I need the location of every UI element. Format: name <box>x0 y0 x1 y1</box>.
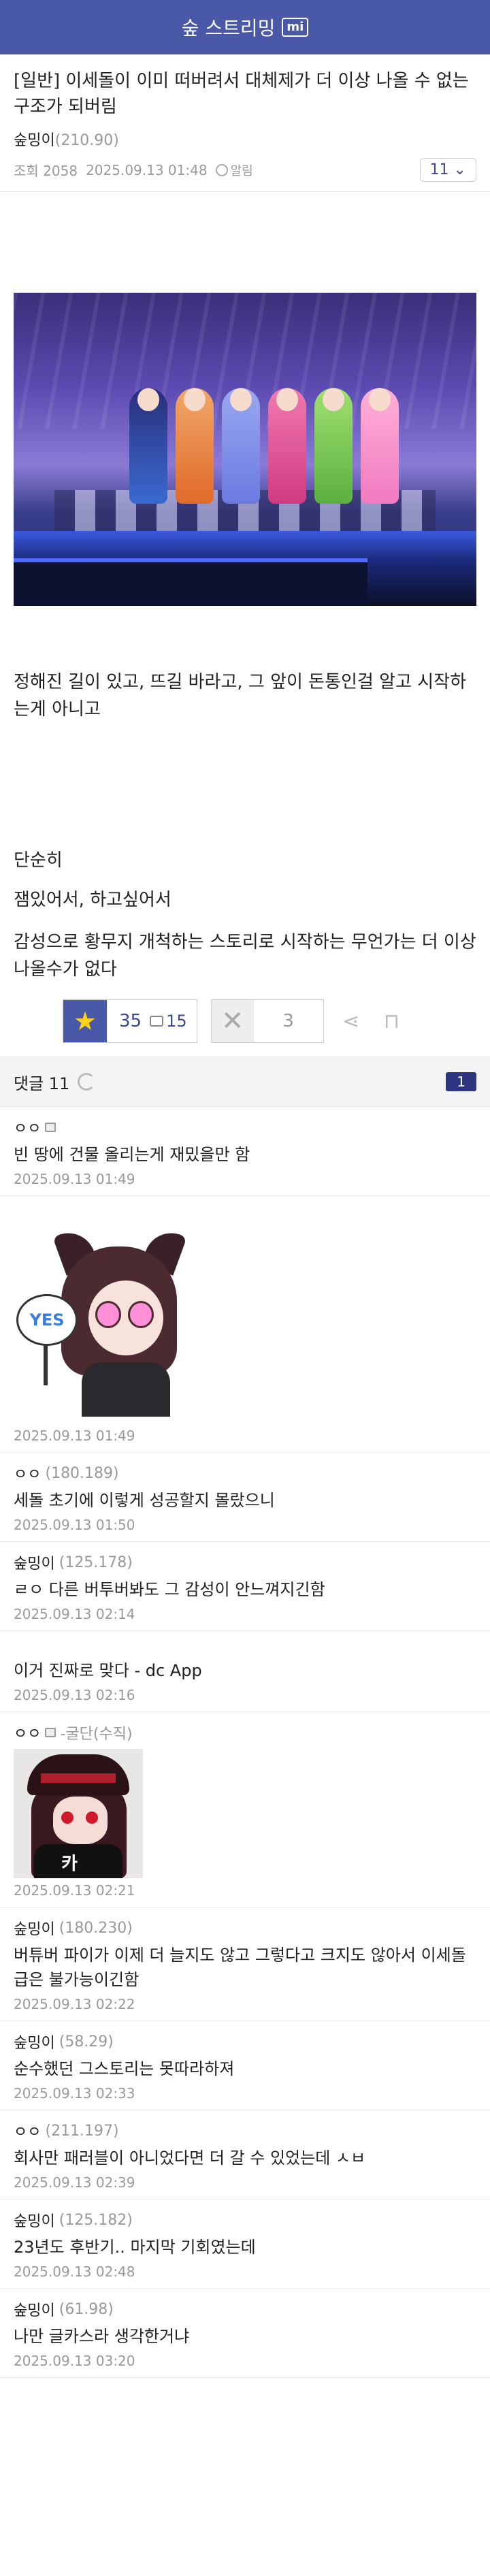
comment-nick[interactable]: 숲밍이 <box>14 1917 55 1939</box>
comment-nick[interactable]: ㅇㅇ <box>14 2120 41 2142</box>
post-title: [일반] 이세돌이 이미 떠버려서 대체제가 더 이상 나올 수 없는 구조가 … <box>14 71 469 117</box>
fixed-user-icon <box>150 1016 164 1027</box>
comment-item: 숲밍이 (125.178) ㄹㅇ 다른 버투버봐도 그 감성이 안느껴지긴함 20… <box>0 1542 490 1631</box>
post-header: [일반] 이세돌이 이미 떠버려서 대체제가 더 이상 나올 수 없는 구조가 … <box>0 54 490 192</box>
comment-nick[interactable]: 숲밍이 <box>14 2298 55 2320</box>
star-icon: ★ <box>63 1000 107 1042</box>
comment-item: 숲밍이 (180.230) 버튜버 파이가 이제 더 늘지도 않고 그렇다고 크지… <box>0 1907 490 2021</box>
comment-time: 2025.09.13 02:14 <box>14 1606 135 1622</box>
comment-nick[interactable]: 숲밍이 <box>14 1551 55 1573</box>
comment-ip: (211.197) <box>45 2122 119 2140</box>
view-count: 조회 2058 <box>14 163 78 179</box>
post-paragraph: 감성으로 황무지 개척하는 스토리로 시작하는 무언가는 더 이상 나올수가 없… <box>14 932 476 980</box>
comment-item: ㅇㅇ -굴단(수직) 카 2025.09.13 02:21 <box>0 1712 490 1907</box>
fixed-recommend: 15 <box>150 1012 197 1031</box>
comment-text: ㄹㅇ 다른 버투버봐도 그 감성이 안느껴지긴함 <box>14 1580 325 1599</box>
post-author: 숲밍이(210.90) <box>14 128 476 150</box>
comment-time: 2025.09.13 02:22 <box>14 1996 135 2012</box>
author-ip: (210.90) <box>54 132 119 149</box>
fixed-recommend-count: 15 <box>166 1012 187 1031</box>
comment-count-value: 11 <box>429 161 449 178</box>
share-icon[interactable]: ⋖ <box>338 1008 365 1035</box>
sticker-text: 카 <box>61 1854 78 1874</box>
mi-badge: mi <box>282 18 309 37</box>
comment-ip: (61.98) <box>59 2300 114 2318</box>
comment-time: 2025.09.13 02:16 <box>14 1687 135 1703</box>
comment-text: 버튜버 파이가 이제 더 늘지도 않고 그렇다고 크지도 않아서 이세돌급은 불… <box>14 1946 466 1989</box>
bookmark-icon[interactable]: ⊓ <box>378 1008 406 1035</box>
top-bar: 숲 스트리밍 mi <box>0 0 490 54</box>
comment-ip: (58.29) <box>59 2033 114 2050</box>
comment-item: ㅇㅇ (180.189) 세돌 초기에 이렇게 성공할지 몰랐으니 2025.09… <box>0 1453 490 1542</box>
fluid-nick-icon <box>45 1728 56 1737</box>
refresh-icon[interactable] <box>78 1073 96 1091</box>
comment-ip: (125.178) <box>59 1553 133 1571</box>
comment-item: 숲밍이 (61.98) 나만 글카스라 생각한거냐 2025.09.13 03:2… <box>0 2289 490 2378</box>
comment-count-button[interactable]: 11 ⌄ <box>419 158 476 182</box>
post-body: 정해진 길이 있고, 뜨길 바라고, 그 앞이 돈통인걸 알고 시작하는게 아니… <box>0 192 490 1057</box>
recommend-count: 35 <box>119 1011 142 1031</box>
comment-ip: (180.230) <box>59 1919 133 1937</box>
post-image[interactable] <box>14 293 476 606</box>
comment-time: 2025.09.13 03:20 <box>14 2353 135 2369</box>
comment-item: ㅇㅇ 빈 땅에 건물 올리는게 재밌을만 함 2025.09.13 01:49 <box>0 1107 490 1196</box>
comment-item: YES 2025.09.13 01:49 <box>0 1196 490 1453</box>
dccon-sticker[interactable]: YES <box>14 1225 211 1423</box>
comment-list: ㅇㅇ 빈 땅에 건물 올리는게 재밌을만 함 2025.09.13 01:49 … <box>0 1107 490 2378</box>
comment-time: 2025.09.13 02:48 <box>14 2264 135 2280</box>
comment-page-badge[interactable]: 1 <box>446 1072 476 1091</box>
comment-text: 세돌 초기에 이렇게 성공할지 몰랐으니 <box>14 1491 275 1510</box>
post-paragraph: 단순히 <box>14 850 63 871</box>
comment-text: 23년도 후반기.. 마지막 기회였는데 <box>14 2238 256 2257</box>
comments-label: 댓글 11 <box>14 1074 70 1093</box>
post-datetime: 2025.09.13 01:48 <box>86 161 208 178</box>
sticker-text: YES <box>16 1294 78 1346</box>
author-nick[interactable]: 숲밍이 <box>14 132 55 149</box>
comment-text: 이거 진짜로 맞다 - dc App <box>14 1661 202 1680</box>
comment-time: 2025.09.13 01:49 <box>14 1171 135 1187</box>
comment-time: 2025.09.13 01:49 <box>14 1428 135 1444</box>
comment-time: 2025.09.13 01:50 <box>14 1517 135 1533</box>
comment-text: 나만 글카스라 생각한거냐 <box>14 2327 190 2346</box>
chevron-down-icon: ⌄ <box>448 161 466 178</box>
comment-ip: (125.182) <box>59 2211 133 2229</box>
alarm-label: 알림 <box>230 163 253 178</box>
comment-nick[interactable]: ㅇㅇ <box>14 1462 41 1484</box>
comment-text: 회사만 패러블이 아니었다면 더 갈 수 있었는데 ㅅㅂ <box>14 2148 366 2168</box>
comment-nick[interactable]: 숲밍이 <box>14 2031 55 2052</box>
comment-text: 순수했던 그스토리는 못따라하져 <box>14 2059 235 2078</box>
alarm-icon <box>215 163 228 176</box>
post-meta: 조회 2058 2025.09.13 01:48 알림 11 ⌄ <box>14 158 476 182</box>
comment-item: 숲밍이 (58.29) 순수했던 그스토리는 못따라하져 2025.09.13 0… <box>0 2021 490 2110</box>
post-paragraph: 정해진 길이 있고, 뜨길 바라고, 그 앞이 돈통인걸 알고 시작하는게 아니… <box>14 672 466 720</box>
post-actions: ★ 35 15 ✕ 3 ⋖ ⊓ <box>14 999 476 1057</box>
comments-header: 댓글 11 1 <box>0 1057 490 1107</box>
comment-text: 빈 땅에 건물 올리는게 재밌을만 함 <box>14 1145 250 1164</box>
alarm-button[interactable]: 알림 <box>215 161 253 179</box>
x-icon: ✕ <box>211 1000 254 1042</box>
comment-time: 2025.09.13 02:39 <box>14 2174 135 2191</box>
post-paragraph: 잼있어서, 하고싶어서 <box>14 890 172 910</box>
comment-nick[interactable]: ㅇㅇ <box>14 1116 41 1138</box>
comment-item: ㅇㅇ (211.197) 회사만 패러블이 아니었다면 더 갈 수 있었는데 ㅅㅂ… <box>0 2110 490 2200</box>
comment-item: 숲밍이 (125.182) 23년도 후반기.. 마지막 기회였는데 2025.0… <box>0 2200 490 2289</box>
recommend-button[interactable]: ★ 35 15 <box>63 999 197 1043</box>
comment-time: 2025.09.13 02:33 <box>14 2085 135 2102</box>
comment-ip: -굴단(수직) <box>60 1726 133 1743</box>
comment-nick[interactable]: ㅇㅇ <box>14 1722 41 1743</box>
comment-time: 2025.09.13 02:21 <box>14 1882 135 1899</box>
nonrecommend-button[interactable]: ✕ 3 <box>210 999 324 1043</box>
site-title[interactable]: 숲 스트리밍 <box>182 14 276 41</box>
comment-item: 이거 진짜로 맞다 - dc App 2025.09.13 02:16 <box>0 1631 490 1712</box>
fluid-nick-icon <box>45 1123 56 1132</box>
comment-nick[interactable]: 숲밍이 <box>14 2209 55 2231</box>
comment-ip: (180.189) <box>45 1464 119 1482</box>
dccon-sticker[interactable]: 카 <box>14 1749 143 1878</box>
nonrecommend-count: 3 <box>282 1011 294 1031</box>
